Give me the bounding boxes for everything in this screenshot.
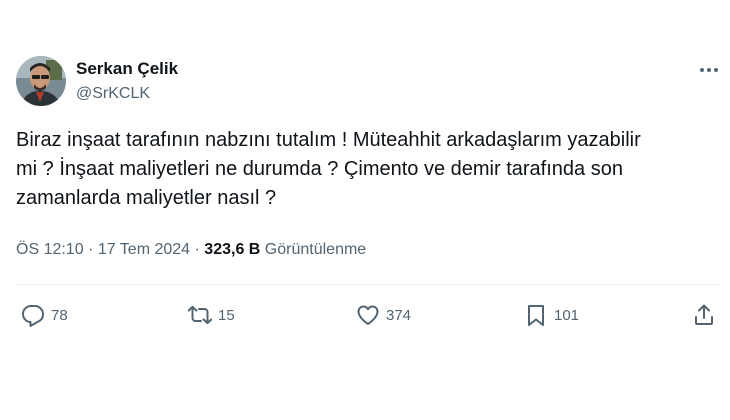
meta-separator: · (194, 241, 205, 258)
author-handle[interactable]: @SrKCLK (76, 85, 150, 103)
reply-button[interactable]: 78 (21, 301, 68, 329)
bookmark-icon (528, 305, 544, 326)
share-button[interactable] (692, 301, 716, 329)
bookmark-button[interactable]: 101 (524, 301, 579, 329)
tweet-text: Biraz inşaat tarafının nabzını tutalım !… (16, 129, 641, 209)
tweet-date[interactable]: 17 Tem 2024 (98, 241, 190, 258)
more-options-button[interactable] (694, 58, 724, 82)
tweet-meta: ÖS 12:10 · 17 Tem 2024 · 323,6 B Görüntü… (16, 241, 366, 259)
avatar[interactable] (16, 56, 66, 106)
author-name[interactable]: Serkan Çelik (76, 59, 178, 79)
share-icon (695, 304, 713, 325)
divider (16, 284, 722, 285)
views-count: 323,6 B (204, 241, 261, 258)
like-count: 374 (386, 306, 412, 324)
bookmark-count: 101 (554, 306, 580, 324)
repost-count: 15 (218, 306, 235, 324)
repost-icon (188, 305, 212, 325)
like-button[interactable]: 374 (356, 301, 411, 329)
like-icon (357, 305, 379, 325)
views-label: Görüntülenme (264, 241, 367, 258)
reply-icon (22, 305, 44, 327)
tweet-time[interactable]: ÖS 12:10 (16, 241, 84, 258)
meta-separator: · (88, 241, 98, 258)
repost-button[interactable]: 15 (188, 301, 235, 329)
reply-count: 78 (51, 306, 68, 324)
more-icon (700, 68, 718, 72)
